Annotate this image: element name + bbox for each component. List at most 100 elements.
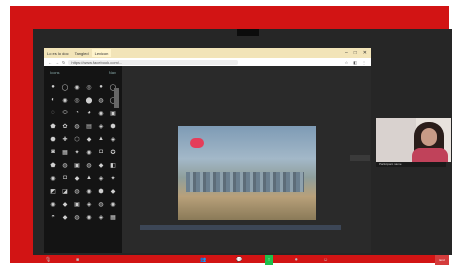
panel-icon[interactable]: ◌	[48, 108, 58, 118]
reload-icon[interactable]: ↻	[62, 60, 65, 65]
panel-icon[interactable]: ◈	[96, 121, 106, 131]
panel-icon[interactable]: ⬡	[72, 134, 82, 144]
icon-panel-link[interactable]: Nav	[109, 70, 116, 75]
panel-icon[interactable]: ◆	[60, 199, 70, 209]
panel-scrollbar[interactable]	[114, 88, 119, 108]
panel-icon[interactable]: ◙	[48, 147, 58, 157]
panel-icon[interactable]: ⬢	[108, 121, 118, 131]
participant-shirt	[412, 148, 448, 162]
panel-icon[interactable]: ◓	[48, 212, 58, 222]
panel-icon[interactable]: ⬤	[84, 95, 94, 105]
panel-icon[interactable]: ▦	[108, 212, 118, 222]
panel-icon[interactable]: ◉	[84, 212, 94, 222]
menu-icon[interactable]: ⋮	[362, 60, 366, 65]
panel-icon[interactable]: ◉	[72, 82, 82, 92]
browser-tab-2[interactable]: Tangled	[72, 49, 92, 57]
panel-icon[interactable]: ●	[96, 82, 106, 92]
panel-icon[interactable]: ◍	[96, 95, 106, 105]
panel-icon[interactable]: ●	[48, 82, 58, 92]
panel-icon[interactable]: ◆	[84, 134, 94, 144]
panel-icon[interactable]: ◍	[60, 160, 70, 170]
panel-icon[interactable]: ◍	[72, 121, 82, 131]
camera-notch	[237, 29, 259, 36]
panel-icon[interactable]: ✿	[60, 121, 70, 131]
panel-icon[interactable]: ◍	[84, 160, 94, 170]
panel-icon[interactable]: ◉	[48, 199, 58, 209]
panel-icon[interactable]: ▣	[72, 199, 82, 209]
panel-icon[interactable]: ◪	[60, 186, 70, 196]
icon-panel-header: Icons Nav	[44, 66, 122, 78]
video-record-icon[interactable]	[190, 138, 204, 148]
address-bar: ← → ↻ https://www.facebook.com/... ☆ ◧ ⋮	[44, 58, 371, 66]
panel-icon[interactable]: ◍	[96, 199, 106, 209]
window-controls: – □ ✕	[345, 50, 371, 56]
sidebar-handle[interactable]	[350, 155, 370, 161]
panel-icon[interactable]: ◎	[84, 82, 94, 92]
browser-tab-3[interactable]: Lexicon	[91, 49, 112, 57]
panel-icon[interactable]: ✦	[108, 173, 118, 183]
panel-icon[interactable]: ◈	[84, 199, 94, 209]
panel-icon[interactable]: ✦	[72, 147, 82, 157]
panel-icon[interactable]: ◆	[72, 173, 82, 183]
panel-icon[interactable]: ⬭	[60, 108, 70, 118]
panel-icon[interactable]: ◎	[72, 95, 82, 105]
star-icon[interactable]: ☆	[345, 60, 349, 65]
red-border-frame: Lo es lo doc Tangled Lexicon – □ ✕ ← → ↻…	[10, 6, 452, 265]
participant-name-bar: Participant name	[376, 162, 446, 167]
panel-icon[interactable]: ◉	[48, 173, 58, 183]
panel-icon[interactable]: ◘	[60, 173, 70, 183]
share-screen-icon[interactable]: ↑	[265, 255, 273, 265]
chat-icon[interactable]: 💬	[236, 255, 242, 265]
microphone-icon[interactable]: 🎙	[45, 255, 51, 265]
close-button[interactable]: ✕	[363, 50, 367, 56]
forward-icon[interactable]: →	[55, 60, 59, 65]
participant-video-tile[interactable]	[376, 118, 451, 162]
meeting-toolbar: 🎙 ■ 👥 💬 ↑ ⏺ ☺ End	[33, 255, 452, 265]
panel-icon[interactable]: ◍	[72, 186, 82, 196]
panel-icon[interactable]: ▤	[84, 121, 94, 131]
minimize-button[interactable]: –	[345, 50, 348, 56]
reactions-icon[interactable]: ☺	[323, 255, 328, 265]
panel-icon[interactable]: ◧	[108, 160, 118, 170]
panel-icon[interactable]: ▣	[108, 108, 118, 118]
panel-icon[interactable]: ▲	[84, 173, 94, 183]
panel-icon[interactable]: ◈	[96, 173, 106, 183]
extension-icon[interactable]: ◧	[353, 60, 357, 65]
panel-icon[interactable]: ⬣	[48, 134, 58, 144]
panel-icon[interactable]: ◘	[96, 147, 106, 157]
panel-icon[interactable]: ▦	[60, 147, 70, 157]
record-icon[interactable]: ⏺	[295, 255, 298, 265]
panel-icon[interactable]: ✪	[108, 147, 118, 157]
people-icon[interactable]: 👥	[200, 255, 206, 265]
end-meeting-button[interactable]: End	[435, 255, 449, 265]
panel-icon[interactable]: ◍	[72, 212, 82, 222]
panel-icon[interactable]: ◆	[108, 186, 118, 196]
back-icon[interactable]: ←	[48, 60, 52, 65]
panel-icon[interactable]: ◆	[96, 160, 106, 170]
panel-icon[interactable]: ⬟	[48, 121, 58, 131]
panel-icon[interactable]: ◕	[84, 108, 94, 118]
panel-icon[interactable]: ⬟	[48, 160, 58, 170]
maximize-button[interactable]: □	[354, 50, 357, 56]
meeting-window: Lo es lo doc Tangled Lexicon – □ ✕ ← → ↻…	[33, 29, 452, 265]
panel-icon[interactable]: ◩	[48, 186, 58, 196]
panel-icon[interactable]: ◔	[72, 108, 82, 118]
panel-icon[interactable]: ◐	[48, 95, 58, 105]
panel-icon[interactable]: ⬢	[96, 186, 106, 196]
panel-icon[interactable]: ◈	[108, 134, 118, 144]
camera-icon[interactable]: ■	[76, 255, 79, 265]
panel-icon[interactable]: ◆	[60, 212, 70, 222]
url-field[interactable]: https://www.facebook.com/...	[68, 59, 239, 65]
panel-icon[interactable]: ◉	[84, 147, 94, 157]
panel-icon[interactable]: ◯	[60, 82, 70, 92]
browser-tab-1[interactable]: Lo es lo doc	[44, 49, 72, 57]
panel-icon[interactable]: ◉	[108, 199, 118, 209]
panel-icon[interactable]: ▲	[96, 134, 106, 144]
panel-icon[interactable]: ◉	[84, 186, 94, 196]
city-photo-preview	[178, 126, 316, 220]
panel-icon[interactable]: ◈	[96, 212, 106, 222]
panel-icon[interactable]: ✚	[60, 134, 70, 144]
panel-icon[interactable]: ◉	[96, 108, 106, 118]
panel-icon[interactable]: ▣	[72, 160, 82, 170]
panel-icon[interactable]: ◉	[60, 95, 70, 105]
